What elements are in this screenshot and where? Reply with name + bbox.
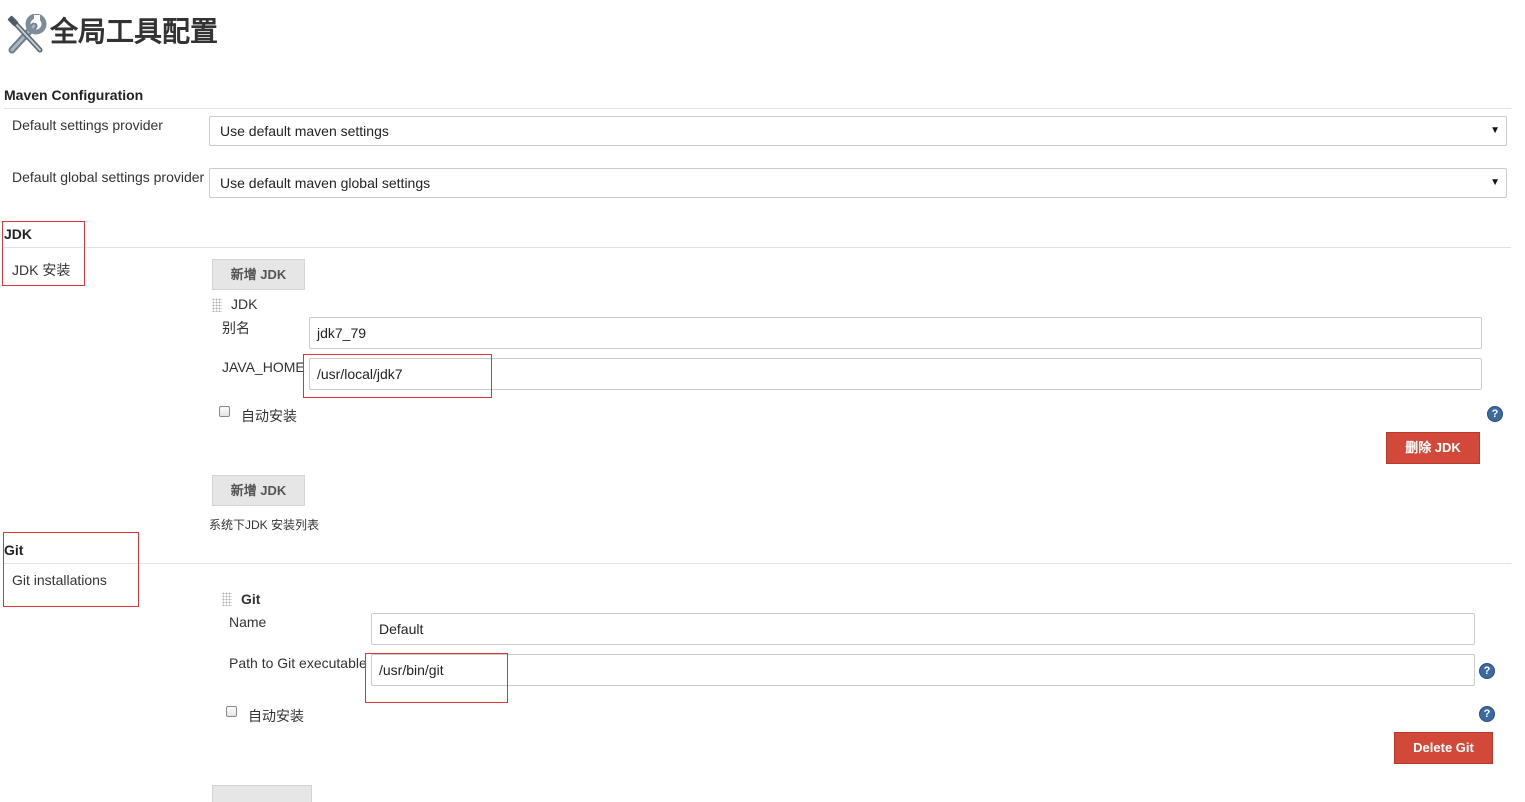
add-git-button[interactable] [212, 785, 312, 802]
default-settings-select[interactable]: Use default maven settings ▼ [209, 116, 1507, 146]
java-home-label: JAVA_HOME [222, 359, 305, 375]
jdk-item-title: JDK [231, 296, 258, 312]
git-path-input[interactable]: /usr/bin/git [371, 654, 1475, 686]
help-icon[interactable]: ? [1479, 663, 1495, 679]
default-settings-value: Use default maven settings [220, 123, 389, 139]
chevron-down-icon: ▼ [1490, 177, 1500, 188]
git-name-input[interactable]: Default [371, 613, 1475, 645]
drag-handle-icon[interactable] [212, 298, 222, 312]
default-global-settings-value: Use default maven global settings [220, 175, 431, 191]
jdk-list-description: 系统下JDK 安装列表 [209, 518, 320, 532]
tools-icon [7, 14, 47, 54]
page-title: 全局工具配置 [50, 16, 219, 47]
drag-handle-icon[interactable] [222, 592, 232, 606]
jdk-divider [4, 247, 1511, 248]
help-icon[interactable]: ? [1487, 406, 1503, 422]
add-jdk-button-2[interactable]: 新增 JDK [212, 475, 305, 506]
jdk-auto-install-label: 自动安装 [241, 408, 297, 424]
maven-section-heading: Maven Configuration [4, 87, 144, 103]
git-name-label: Name [229, 614, 267, 630]
default-settings-label: Default settings provider [12, 117, 163, 133]
git-divider [4, 563, 1511, 564]
java-home-highlight-box [303, 354, 492, 398]
delete-jdk-button[interactable]: 删除 JDK [1386, 432, 1480, 464]
delete-git-button[interactable]: Delete Git [1394, 732, 1493, 764]
chevron-down-icon: ▼ [1490, 125, 1500, 136]
git-item-title: Git [241, 591, 261, 607]
maven-divider [4, 108, 1511, 109]
default-global-settings-label: Default global settings provider [12, 169, 205, 185]
jdk-auto-install-checkbox[interactable] [219, 406, 230, 417]
jdk-alias-label: 别名 [222, 320, 250, 336]
git-path-label: Path to Git executable [229, 655, 367, 671]
default-global-settings-select[interactable]: Use default maven global settings ▼ [209, 168, 1507, 198]
jdk-highlight-box [2, 221, 85, 286]
git-path-highlight-box [365, 653, 508, 703]
add-jdk-button[interactable]: 新增 JDK [212, 259, 305, 290]
jdk-alias-input[interactable]: jdk7_79 [309, 317, 1482, 349]
help-icon[interactable]: ? [1479, 706, 1495, 722]
git-auto-install-label: 自动安装 [248, 708, 304, 724]
git-auto-install-checkbox[interactable] [226, 706, 237, 717]
git-highlight-box [3, 532, 139, 607]
